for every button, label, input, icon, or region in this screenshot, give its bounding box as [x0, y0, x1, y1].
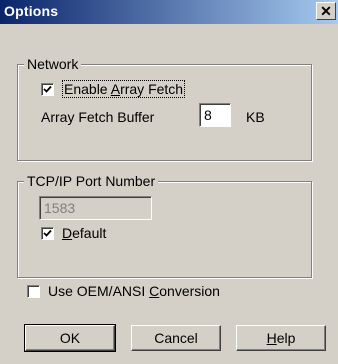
default-checkbox-row[interactable]: Default	[41, 224, 106, 242]
array-fetch-buffer-input[interactable]: 8	[199, 103, 231, 127]
title-bar[interactable]: Options ✕	[0, 0, 338, 24]
oem-ansi-label: Use OEM/ANSI Conversion	[48, 283, 220, 299]
enable-array-fetch-checkbox-row[interactable]: Enable Array Fetch	[41, 80, 186, 98]
network-group-label: Network	[24, 55, 82, 73]
default-checkbox[interactable]	[41, 226, 54, 240]
oem-ansi-checkbox[interactable]	[27, 284, 40, 298]
close-icon: ✕	[320, 3, 332, 19]
array-fetch-buffer-label: Array Fetch Buffer	[41, 109, 155, 125]
enable-array-fetch-label: Enable Array Fetch	[62, 80, 186, 98]
default-label: Default	[62, 225, 107, 241]
window-title: Options	[4, 3, 59, 19]
ok-button[interactable]: OK	[24, 324, 116, 352]
array-fetch-buffer-unit: KB	[246, 109, 265, 125]
checkmark-icon	[43, 85, 52, 93]
options-dialog: Options ✕ Network Enable Array Fetch Arr…	[0, 0, 338, 364]
array-fetch-buffer-row: Array Fetch Buffer	[41, 108, 154, 126]
port-number-input[interactable]: 1583	[39, 196, 152, 220]
close-button[interactable]: ✕	[316, 2, 336, 20]
help-button[interactable]: Help	[236, 325, 326, 351]
cancel-button[interactable]: Cancel	[131, 325, 221, 351]
enable-array-fetch-checkbox[interactable]	[41, 82, 54, 96]
checkmark-icon	[43, 229, 52, 237]
oem-ansi-checkbox-row[interactable]: Use OEM/ANSI Conversion	[27, 282, 220, 300]
tcpip-group-label: TCP/IP Port Number	[24, 172, 159, 190]
